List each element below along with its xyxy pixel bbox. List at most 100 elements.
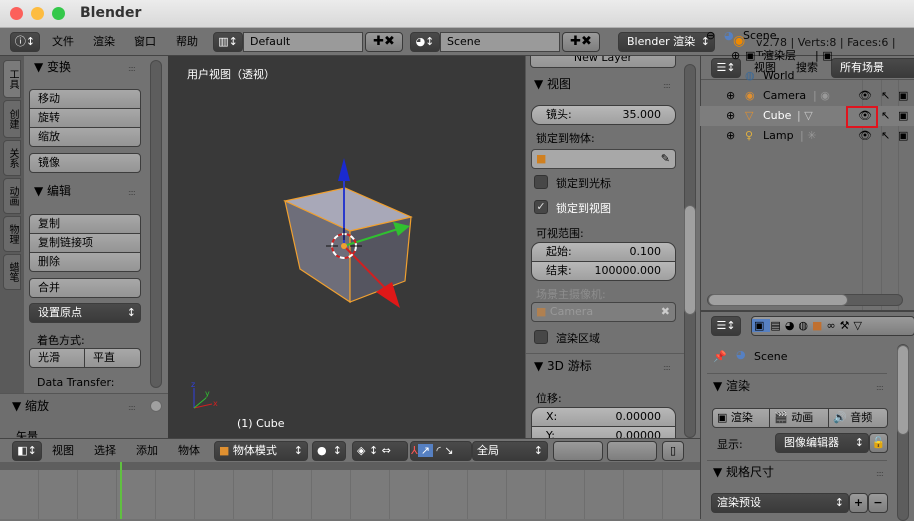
expand-icon[interactable]: ⊕ [731, 46, 740, 66]
edit-panel-header[interactable]: ▼ 编辑 [34, 183, 71, 199]
menu-select[interactable]: 选择 [94, 441, 116, 461]
editor-type-3d-icon[interactable]: ◧↕ [12, 441, 42, 461]
lock-view-checkbox[interactable]: ✓ [534, 200, 548, 214]
world-name[interactable]: World [763, 66, 795, 86]
visibility-eye-icon[interactable]: 👁 [858, 86, 872, 106]
manipulator-toggle-icon[interactable]: ⅄ [411, 444, 418, 457]
new-layer-button[interactable]: New Layer [530, 56, 676, 68]
shade-smooth-button[interactable]: 光滑 [29, 348, 85, 368]
render-presets-select[interactable]: 渲染预设 ↕ [711, 493, 849, 513]
delete-button[interactable]: 删除 [29, 252, 141, 272]
panel-grip-icon[interactable]: :::: [128, 188, 136, 197]
minimize-window-button[interactable] [31, 7, 44, 20]
select-cursor-icon[interactable]: ↖ [881, 106, 890, 126]
render-camera-icon[interactable]: ▣ [898, 126, 908, 146]
viewport-shading-select[interactable]: ● ↕ [312, 441, 346, 461]
dimensions-panel-header[interactable]: ▼ 规格尺寸 [713, 464, 774, 480]
visibility-eye-icon[interactable]: 👁 [858, 126, 872, 146]
properties-context-tabs[interactable]: ▣ ▤◕◍■∞⚒▽ [751, 316, 914, 336]
visibility-eye-icon[interactable]: 👁 [858, 106, 872, 126]
3d-viewport[interactable]: 用户视图（透视） zxy (1) Cube [168, 56, 525, 438]
camera-name[interactable]: Camera [763, 86, 806, 106]
local-camera-field[interactable]: ■ Camera ✖ [531, 302, 676, 322]
panel-grip-icon[interactable]: :::: [663, 81, 671, 90]
scale-panel-scrollbar[interactable] [150, 400, 162, 412]
screen-add-remove[interactable]: ✚✖ [365, 32, 403, 52]
outliner-row-world[interactable]: ◍ World [700, 66, 914, 86]
properties-region-scrollbar[interactable] [684, 64, 696, 438]
collapse-icon[interactable]: ⊖ [706, 26, 715, 46]
translate-manipulator-icon[interactable]: ↗ [417, 444, 433, 457]
editor-type-properties-icon[interactable]: ☰↕ [711, 316, 741, 336]
world-tab-icon[interactable]: ◍ [798, 319, 812, 332]
add-preset-button[interactable]: + [849, 493, 868, 513]
pivot-select[interactable]: ◈ ↕ ⇔ [352, 441, 408, 461]
render-border-checkbox[interactable] [534, 330, 548, 344]
render-panel-header[interactable]: ▼ 渲染 [713, 378, 750, 394]
data-tab-icon[interactable]: ▽ [853, 319, 865, 332]
select-cursor-icon[interactable]: ↖ [881, 126, 890, 146]
layers-grid-2[interactable] [607, 441, 657, 461]
menu-add[interactable]: 添加 [136, 441, 158, 461]
outliner-row-cube[interactable]: ⊕ ▽ Cube | ▽ 👁 ↖ ▣ [700, 106, 914, 128]
duplicate-button[interactable]: 复制 [29, 214, 141, 234]
cursor-x-field[interactable]: X: 0.00000 [531, 407, 676, 427]
scene-add-remove[interactable]: ✚✖ [562, 32, 600, 52]
close-window-button[interactable] [10, 7, 23, 20]
clip-end-field[interactable]: 结束: 100000.000 [531, 261, 676, 281]
tool-shelf-scrollbar[interactable] [150, 60, 162, 388]
scrollbar-thumb[interactable] [897, 345, 909, 435]
menu-window[interactable]: 窗口 [134, 32, 156, 52]
expand-icon[interactable]: ⊕ [726, 86, 735, 106]
z-arrow-head[interactable] [338, 158, 350, 181]
tab-animation[interactable]: 动画 [3, 178, 21, 214]
scale-button[interactable]: 缩放 [29, 127, 141, 147]
outliner-h-scrollbar[interactable] [707, 294, 903, 306]
panel-grip-icon[interactable]: :::: [876, 383, 884, 392]
clip-start-field[interactable]: 起始: 0.100 [531, 242, 676, 262]
manipulator-group[interactable]: ⅄ ↗ ◜ ↘ [410, 441, 472, 461]
clear-icon[interactable]: ✖ [661, 303, 670, 321]
render-camera-icon[interactable]: ▣ [898, 106, 908, 126]
scene-field[interactable]: Scene [440, 32, 560, 52]
display-select[interactable]: 图像编辑器 ↕ [775, 433, 869, 453]
join-button[interactable]: 合并 [29, 278, 141, 298]
menu-file[interactable]: 文件 [52, 32, 74, 52]
menu-view[interactable]: 视图 [52, 441, 74, 461]
scale-manipulator-icon[interactable]: ↘ [444, 444, 453, 457]
scale-panel-header[interactable]: ▼ 缩放 [12, 398, 49, 414]
outliner-row-render-layers[interactable]: ⊕ ▣ 渲染层 | ▣ [700, 46, 914, 66]
outliner-row-camera[interactable]: ⊕ ◉ Camera | ◉ 👁 ↖ ▣ [700, 86, 914, 106]
rotate-button[interactable]: 旋转 [29, 108, 141, 128]
tab-grease-pencil[interactable]: 蜡笔 [3, 254, 21, 290]
view-panel-header[interactable]: ▼ 视图 [534, 76, 571, 92]
tab-physics[interactable]: 物理 [3, 216, 21, 252]
panel-grip-icon[interactable]: :::: [876, 469, 884, 478]
render-audio-button[interactable]: 🔊 音频 [828, 408, 888, 428]
tab-create[interactable]: 创建 [3, 100, 21, 138]
expand-icon[interactable]: ⊕ [726, 126, 735, 146]
render-layers-name[interactable]: 渲染层 [763, 46, 796, 66]
expand-icon[interactable]: ⊕ [726, 106, 735, 126]
menu-object[interactable]: 物体 [178, 441, 200, 461]
layers-grid-1[interactable] [553, 441, 603, 461]
outliner-row-scene[interactable]: ⊖ ◕ Scene [700, 26, 914, 46]
render-layers-tab-icon[interactable]: ▤ [770, 319, 784, 332]
screen-layout-field[interactable]: Default [243, 32, 363, 52]
cursor-panel-header[interactable]: ▼ 3D 游标 [534, 358, 592, 374]
render-tab-icon[interactable]: ▣ [752, 319, 771, 332]
pin-icon[interactable]: 📌 [713, 350, 727, 363]
lock-object-field[interactable]: ■ ✎ [531, 149, 676, 169]
cursor-y-field[interactable]: Y: 0.00000 [531, 426, 676, 438]
mirror-button[interactable]: 镜像 [29, 153, 141, 173]
scene-name[interactable]: Scene [743, 26, 777, 46]
lock-layers-icon[interactable]: ▯ [662, 441, 684, 461]
scrollbar-thumb[interactable] [708, 294, 848, 306]
rotate-manipulator-icon[interactable]: ◜ [436, 444, 440, 457]
properties-scrollbar[interactable] [897, 344, 909, 521]
constraints-tab-icon[interactable]: ∞ [826, 319, 839, 332]
render-camera-icon[interactable]: ▣ [898, 86, 908, 106]
panel-grip-icon[interactable]: :::: [663, 363, 671, 372]
transform-panel-header[interactable]: ▼ 变换 [34, 59, 71, 75]
lamp-name[interactable]: Lamp [763, 126, 794, 146]
